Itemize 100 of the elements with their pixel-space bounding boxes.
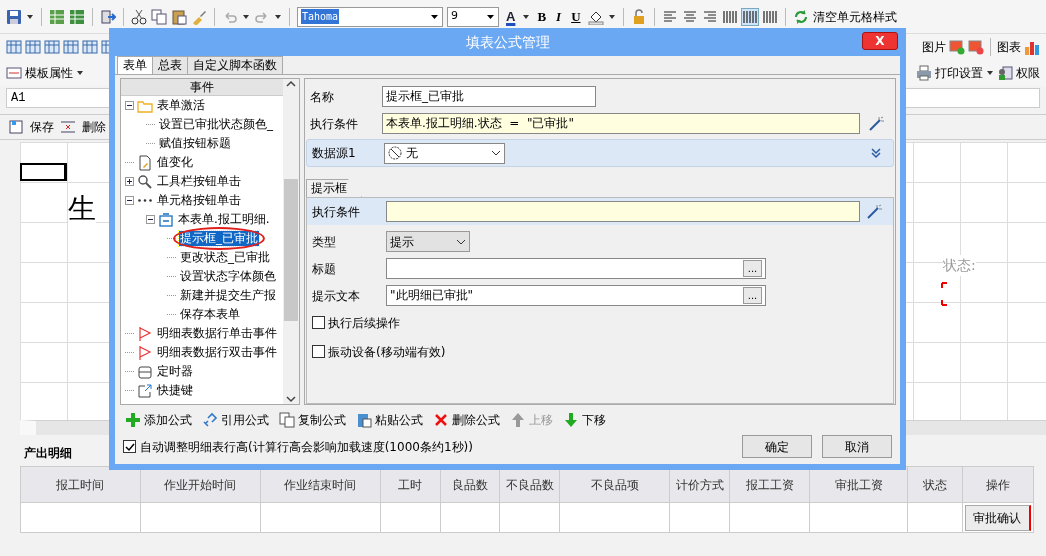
save-icon[interactable]: [8, 119, 24, 135]
tree-header: 事件: [121, 79, 283, 96]
chart-button[interactable]: 图表: [997, 38, 1021, 56]
tree-item[interactable]: 定时器: [156, 364, 194, 379]
vertical-scrollbar[interactable]: [283, 79, 299, 404]
bar-chart-icon[interactable]: [1024, 39, 1040, 55]
align-icon[interactable]: [661, 8, 678, 25]
border-icon[interactable]: [721, 8, 738, 25]
copy-icon[interactable]: [151, 8, 167, 25]
table-icon[interactable]: [25, 39, 41, 55]
remove-image-icon[interactable]: [968, 39, 984, 55]
tab[interactable]: 自定义脚本函数: [187, 56, 283, 74]
wand-icon[interactable]: [866, 203, 882, 220]
tree-item[interactable]: 值变化: [156, 155, 194, 170]
prompt-text-field[interactable]: "此明细已审批" ...: [386, 285, 766, 306]
add-image-icon[interactable]: [949, 39, 965, 55]
printer-icon[interactable]: [916, 65, 932, 81]
approve-button[interactable]: 审批确认: [964, 504, 1031, 531]
font-color-button[interactable]: A: [503, 6, 519, 27]
collapse-icon[interactable]: [125, 196, 134, 205]
checkbox[interactable]: [312, 316, 325, 329]
format-button[interactable]: I: [553, 6, 565, 27]
tree-item[interactable]: 设置状态字体颜色: [179, 269, 277, 284]
condition-field[interactable]: 本表单.报工明细.状态 = "已审批": [382, 113, 860, 134]
tab[interactable]: 表单: [117, 56, 153, 74]
border-icon[interactable]: [761, 8, 778, 25]
cut-icon[interactable]: [131, 8, 147, 25]
tree-item[interactable]: 快捷键: [156, 383, 194, 398]
print-settings-button[interactable]: 打印设置: [935, 64, 983, 82]
format-button[interactable]: B: [534, 6, 550, 27]
caret-icon[interactable]: [274, 12, 282, 21]
tree-item[interactable]: 明细表数据行单击事件: [156, 326, 278, 341]
collapse-icon[interactable]: [146, 215, 155, 224]
caret-icon[interactable]: [607, 12, 616, 21]
refresh-icon[interactable]: [792, 8, 809, 25]
condition-field[interactable]: [386, 201, 860, 222]
image-button[interactable]: 图片: [922, 38, 946, 56]
datasource-select[interactable]: 无: [384, 142, 505, 164]
border-icon[interactable]: [741, 8, 758, 25]
template-icon[interactable]: [6, 65, 22, 81]
browse-button[interactable]: ...: [743, 287, 762, 304]
tree-item[interactable]: 保存本表单: [179, 307, 241, 322]
tree-item[interactable]: 设置已审批状态颜色_: [158, 117, 274, 132]
align-icon[interactable]: [681, 8, 698, 25]
paste-icon[interactable]: [171, 8, 187, 25]
name-field[interactable]: 提示框_已审批: [382, 86, 596, 107]
save-button[interactable]: 保存: [30, 118, 54, 136]
tree-item[interactable]: 赋值按钮标题: [158, 136, 232, 151]
font-select[interactable]: Tahoma: [297, 6, 443, 27]
section-tab[interactable]: 提示框: [306, 179, 362, 197]
cancel-button[interactable]: 取消: [822, 435, 892, 458]
expand-icon[interactable]: [125, 177, 134, 186]
collapse-icon[interactable]: [125, 101, 134, 110]
permissions-icon[interactable]: [997, 65, 1013, 81]
ok-button[interactable]: 确定: [742, 435, 812, 458]
checkbox[interactable]: [123, 440, 136, 453]
delete-row-icon[interactable]: [60, 119, 76, 135]
tree-item[interactable]: 明细表数据行双击事件: [156, 345, 278, 360]
template-properties-button[interactable]: 模板属性: [25, 64, 73, 82]
permissions-button[interactable]: 权限: [1016, 64, 1040, 82]
save-icon[interactable]: [6, 8, 22, 25]
toolbar-button[interactable]: 下移: [563, 411, 606, 429]
table-icon[interactable]: [6, 39, 22, 55]
scroll-up-icon[interactable]: [285, 79, 297, 89]
toolbar-button[interactable]: 粘贴公式: [356, 411, 423, 429]
clear-style-button[interactable]: 清空单元格样式: [812, 7, 897, 26]
tab[interactable]: 总表: [152, 56, 188, 74]
tree-item[interactable]: 表单激活: [156, 98, 206, 113]
caret-icon[interactable]: [26, 12, 34, 21]
table-icon[interactable]: [82, 39, 98, 55]
toolbar-button[interactable]: 复制公式: [279, 411, 346, 429]
caret-icon[interactable]: [986, 69, 994, 77]
font-size-select[interactable]: 9: [447, 6, 499, 27]
tree-item[interactable]: 提示框_已审批: [179, 231, 259, 246]
export-icon[interactable]: [100, 8, 116, 25]
format-button[interactable]: U: [568, 6, 584, 27]
tree-item[interactable]: 新建并提交生产报: [179, 288, 277, 303]
tree-item[interactable]: 更改状态_已审批: [179, 250, 271, 265]
toolbar-button[interactable]: 添加公式: [125, 411, 192, 429]
caret-icon[interactable]: [242, 12, 250, 21]
delete-row-button[interactable]: 删除: [82, 118, 106, 136]
caption-field[interactable]: ...: [386, 258, 766, 279]
tree-item[interactable]: 工具栏按钮单击: [156, 174, 242, 189]
table-icon[interactable]: [44, 39, 60, 55]
toolbar-button[interactable]: 删除公式: [433, 411, 500, 429]
align-icon[interactable]: [701, 8, 718, 25]
caret-icon[interactable]: [522, 12, 531, 21]
sheet-icon[interactable]: [69, 8, 85, 25]
wand-icon[interactable]: [868, 115, 884, 132]
caret-icon[interactable]: [76, 69, 84, 77]
browse-button[interactable]: ...: [743, 260, 762, 277]
toolbar-button[interactable]: 引用公式: [202, 411, 269, 429]
tree-item[interactable]: 本表单.报工明细.: [177, 212, 271, 227]
type-select[interactable]: 提示: [386, 231, 470, 252]
scroll-down-icon[interactable]: [285, 394, 297, 404]
sheet-icon[interactable]: [49, 8, 65, 25]
close-button[interactable]: X: [862, 32, 898, 50]
tree-item[interactable]: 单元格按钮单击: [156, 193, 242, 208]
table-icon[interactable]: [63, 39, 79, 55]
checkbox[interactable]: [312, 345, 325, 358]
